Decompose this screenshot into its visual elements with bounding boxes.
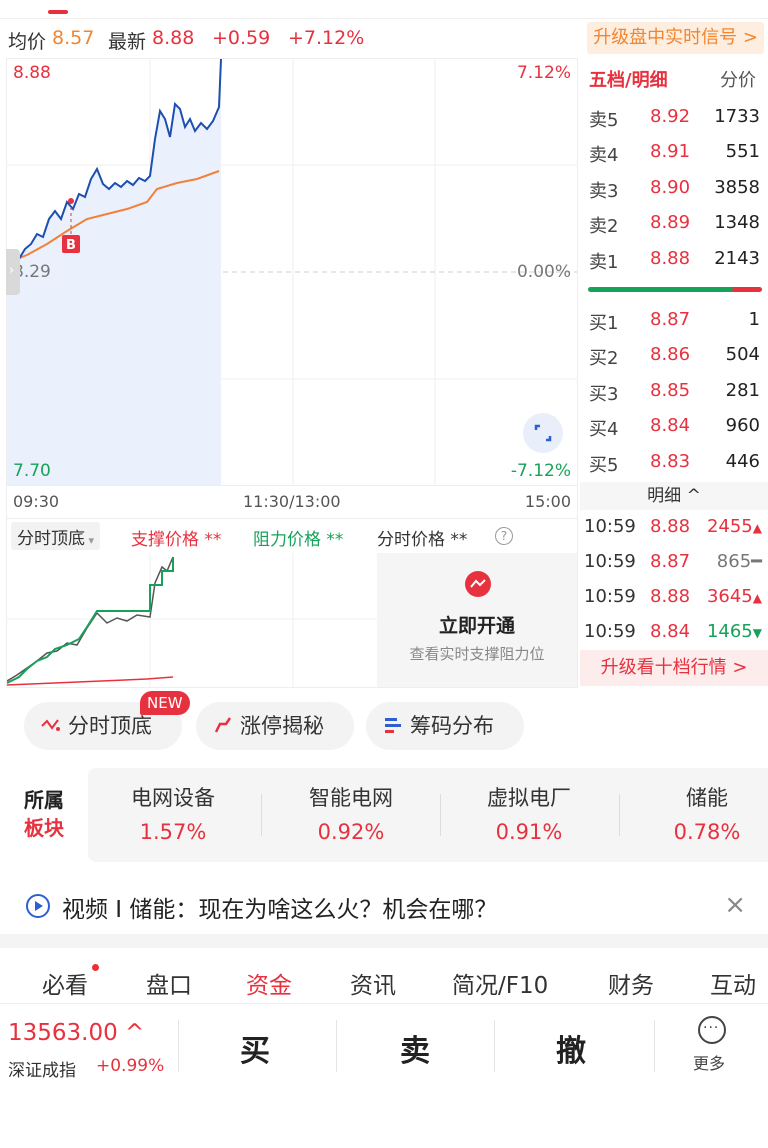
sell-level-row[interactable]: 卖5 8.92 1733 [580,102,768,134]
tab-five-levels[interactable]: 五档/明细 [589,66,668,92]
news-headline: 视频 I 储能：现在为啥这么火？机会在哪？ [62,897,498,923]
more-label[interactable]: 更多 [693,1050,725,1074]
up-arrow-icon: ▲ [752,591,762,605]
tab-funds[interactable]: 资金 [246,966,292,1000]
pct-axis-bottom-label: -7.12% [510,461,571,481]
buy-level-row[interactable]: 买5 8.83 446 [580,447,768,479]
play-icon [26,894,50,918]
index-change: +0.99% [96,1056,165,1076]
support-price-label: 支撑价格 ** [131,530,222,550]
buy-sell-ratio-bar [588,287,762,292]
section-divider [0,934,768,948]
avg-price-label: 均价 [8,31,47,53]
order-book-header: 五档/明细 分价 [580,62,768,94]
down-arrow-icon: ▼ [752,626,762,640]
tick-row: 10:59 8.87 865━ [584,551,762,572]
tick-row: 10:59 8.88 2455▲ [584,516,762,537]
tab-market-depth[interactable]: 盘口 [146,966,192,1000]
sector-list: 电网设备 1.57% 智能电网 0.92% 虚拟电厂 0.91% 储能 0.78% [88,768,768,862]
intraday-chart-svg: B [6,58,577,485]
indicator-selector[interactable]: 分时顶底 ▾ [11,522,101,550]
close-icon[interactable]: × [724,890,746,920]
indicator-panel: 分时顶底 ▾ 支撑价格 ** 阻力价格 ** 分时价格 ** ? 立即开通 查看… [6,518,578,688]
time-axis-mid: 11:30/13:00 [243,492,341,511]
active-page-indicator [48,10,68,14]
sell-level-row[interactable]: 卖1 8.88 2143 [580,244,768,276]
index-value[interactable]: 13563.00 ^ [8,1020,144,1046]
buy-level-row[interactable]: 买1 8.87 1 [580,305,768,337]
trade-ticks: 明细 ^ 10:59 8.88 2455▲ 10:59 8.87 865━ 10:59 8… [580,482,768,687]
fullscreen-icon[interactable] [523,413,563,453]
y-axis-top-label: 8.88 [13,63,51,83]
bars-icon [385,718,401,733]
pct-axis-mid-label: 0.00% [516,262,571,282]
sector-item[interactable]: 储能 0.78% [622,782,768,844]
side-drawer-handle[interactable]: › [6,249,20,295]
resistance-price-label: 阻力价格 ** [253,530,344,550]
sector-label: 所属 板块 [10,786,78,842]
tab-news[interactable]: 资讯 [350,966,396,1000]
latest-price-value: 8.88 [152,27,195,49]
buy-level-row[interactable]: 买3 8.85 281 [580,376,768,408]
time-axis-start: 09:30 [13,492,60,511]
time-axis: 09:30 11:30/13:00 15:00 [6,486,578,518]
buy-level-row[interactable]: 买2 8.86 504 [580,340,768,372]
bottom-action-bar: 13563.00 ^ 深证成指 +0.99% 买 卖 撤 ··· 更多 [0,1004,768,1148]
price-change-pct: +7.12% [288,27,365,49]
tick-row: 10:59 8.84 1465▼ [584,621,762,642]
upgrade-signal-button[interactable]: 升级盘中实时信号 > [587,22,764,54]
limit-up-icon [214,717,232,733]
intraday-chart[interactable]: B 8.88 8.29 7.70 7.12% 0.00% -7.12% › [6,58,578,486]
quote-summary-bar: 均价 8.57 最新 8.88 +0.59 +7.12% 升级盘中实时信号 > [0,18,768,58]
unlock-title: 立即开通 [438,615,515,637]
latest-price-label: 最新 [108,31,147,53]
help-icon[interactable]: ? [495,527,513,545]
trend-icon [465,571,491,597]
new-badge: NEW [140,691,190,715]
limit-up-reveal-button[interactable]: 涨停揭秘 [196,702,354,750]
sector-item[interactable]: 电网设备 1.57% [88,782,258,844]
y-axis-bottom-label: 7.70 [13,461,51,481]
buy-level-row[interactable]: 买4 8.84 960 [580,411,768,443]
sector-item[interactable]: 智能电网 0.92% [266,782,436,844]
tab-interaction[interactable]: 互动 [710,966,756,1000]
up-arrow-icon: ▲ [752,521,762,535]
buy-button[interactable]: 买 [240,1026,270,1070]
tab-financials[interactable]: 财务 [608,966,654,1000]
flat-dash-icon: ━ [751,551,762,572]
upgrade-ten-levels-button[interactable]: 升级看十档行情 > [580,650,768,686]
sell-level-row[interactable]: 卖3 8.90 3858 [580,173,768,205]
sell-button[interactable]: 卖 [400,1026,430,1070]
order-book: 五档/明细 分价 卖5 8.92 1733 卖4 8.91 551 卖3 8.90 3858… [580,58,768,482]
news-banner[interactable]: 视频 I 储能：现在为啥这么火？机会在哪？ × [0,880,768,934]
tab-must-see[interactable]: 必看 [42,966,88,1000]
sector-label-line2: 板块 [24,816,64,840]
sell-level-row[interactable]: 卖2 8.89 1348 [580,208,768,240]
ticks-header-toggle[interactable]: 明细 ^ [580,482,768,510]
intraday-price-label: 分时价格 ** [377,530,468,550]
chip-distribution-button[interactable]: 筹码分布 [366,702,524,750]
detail-tabs: 必看 盘口 资金 资讯 简况/F10 财务 互动 [0,948,768,1004]
pct-axis-top-label: 7.12% [516,63,571,83]
price-change: +0.59 [212,27,271,49]
unlock-feature-panel[interactable]: 立即开通 查看实时支撑阻力位 [377,553,577,687]
sector-label-line1: 所属 [24,788,64,812]
index-name: 深证成指 [8,1061,76,1081]
avg-price-value: 8.57 [52,27,95,49]
more-icon[interactable]: ··· [698,1016,726,1044]
time-axis-end: 15:00 [524,492,571,511]
notification-dot [92,964,99,971]
wave-icon [41,719,60,731]
cancel-order-button[interactable]: 撤 [556,1026,586,1070]
tab-price-distribution[interactable]: 分价 [720,66,756,92]
buy-marker-label: B [66,238,76,253]
indicator-chart [7,553,377,687]
tick-row: 10:59 8.88 3645▲ [584,586,762,607]
tab-profile-f10[interactable]: 简况/F10 [452,966,548,1000]
unlock-subtitle: 查看实时支撑阻力位 [409,645,545,663]
sector-item[interactable]: 虚拟电厂 0.91% [444,782,614,844]
sell-level-row[interactable]: 卖4 8.91 551 [580,137,768,169]
